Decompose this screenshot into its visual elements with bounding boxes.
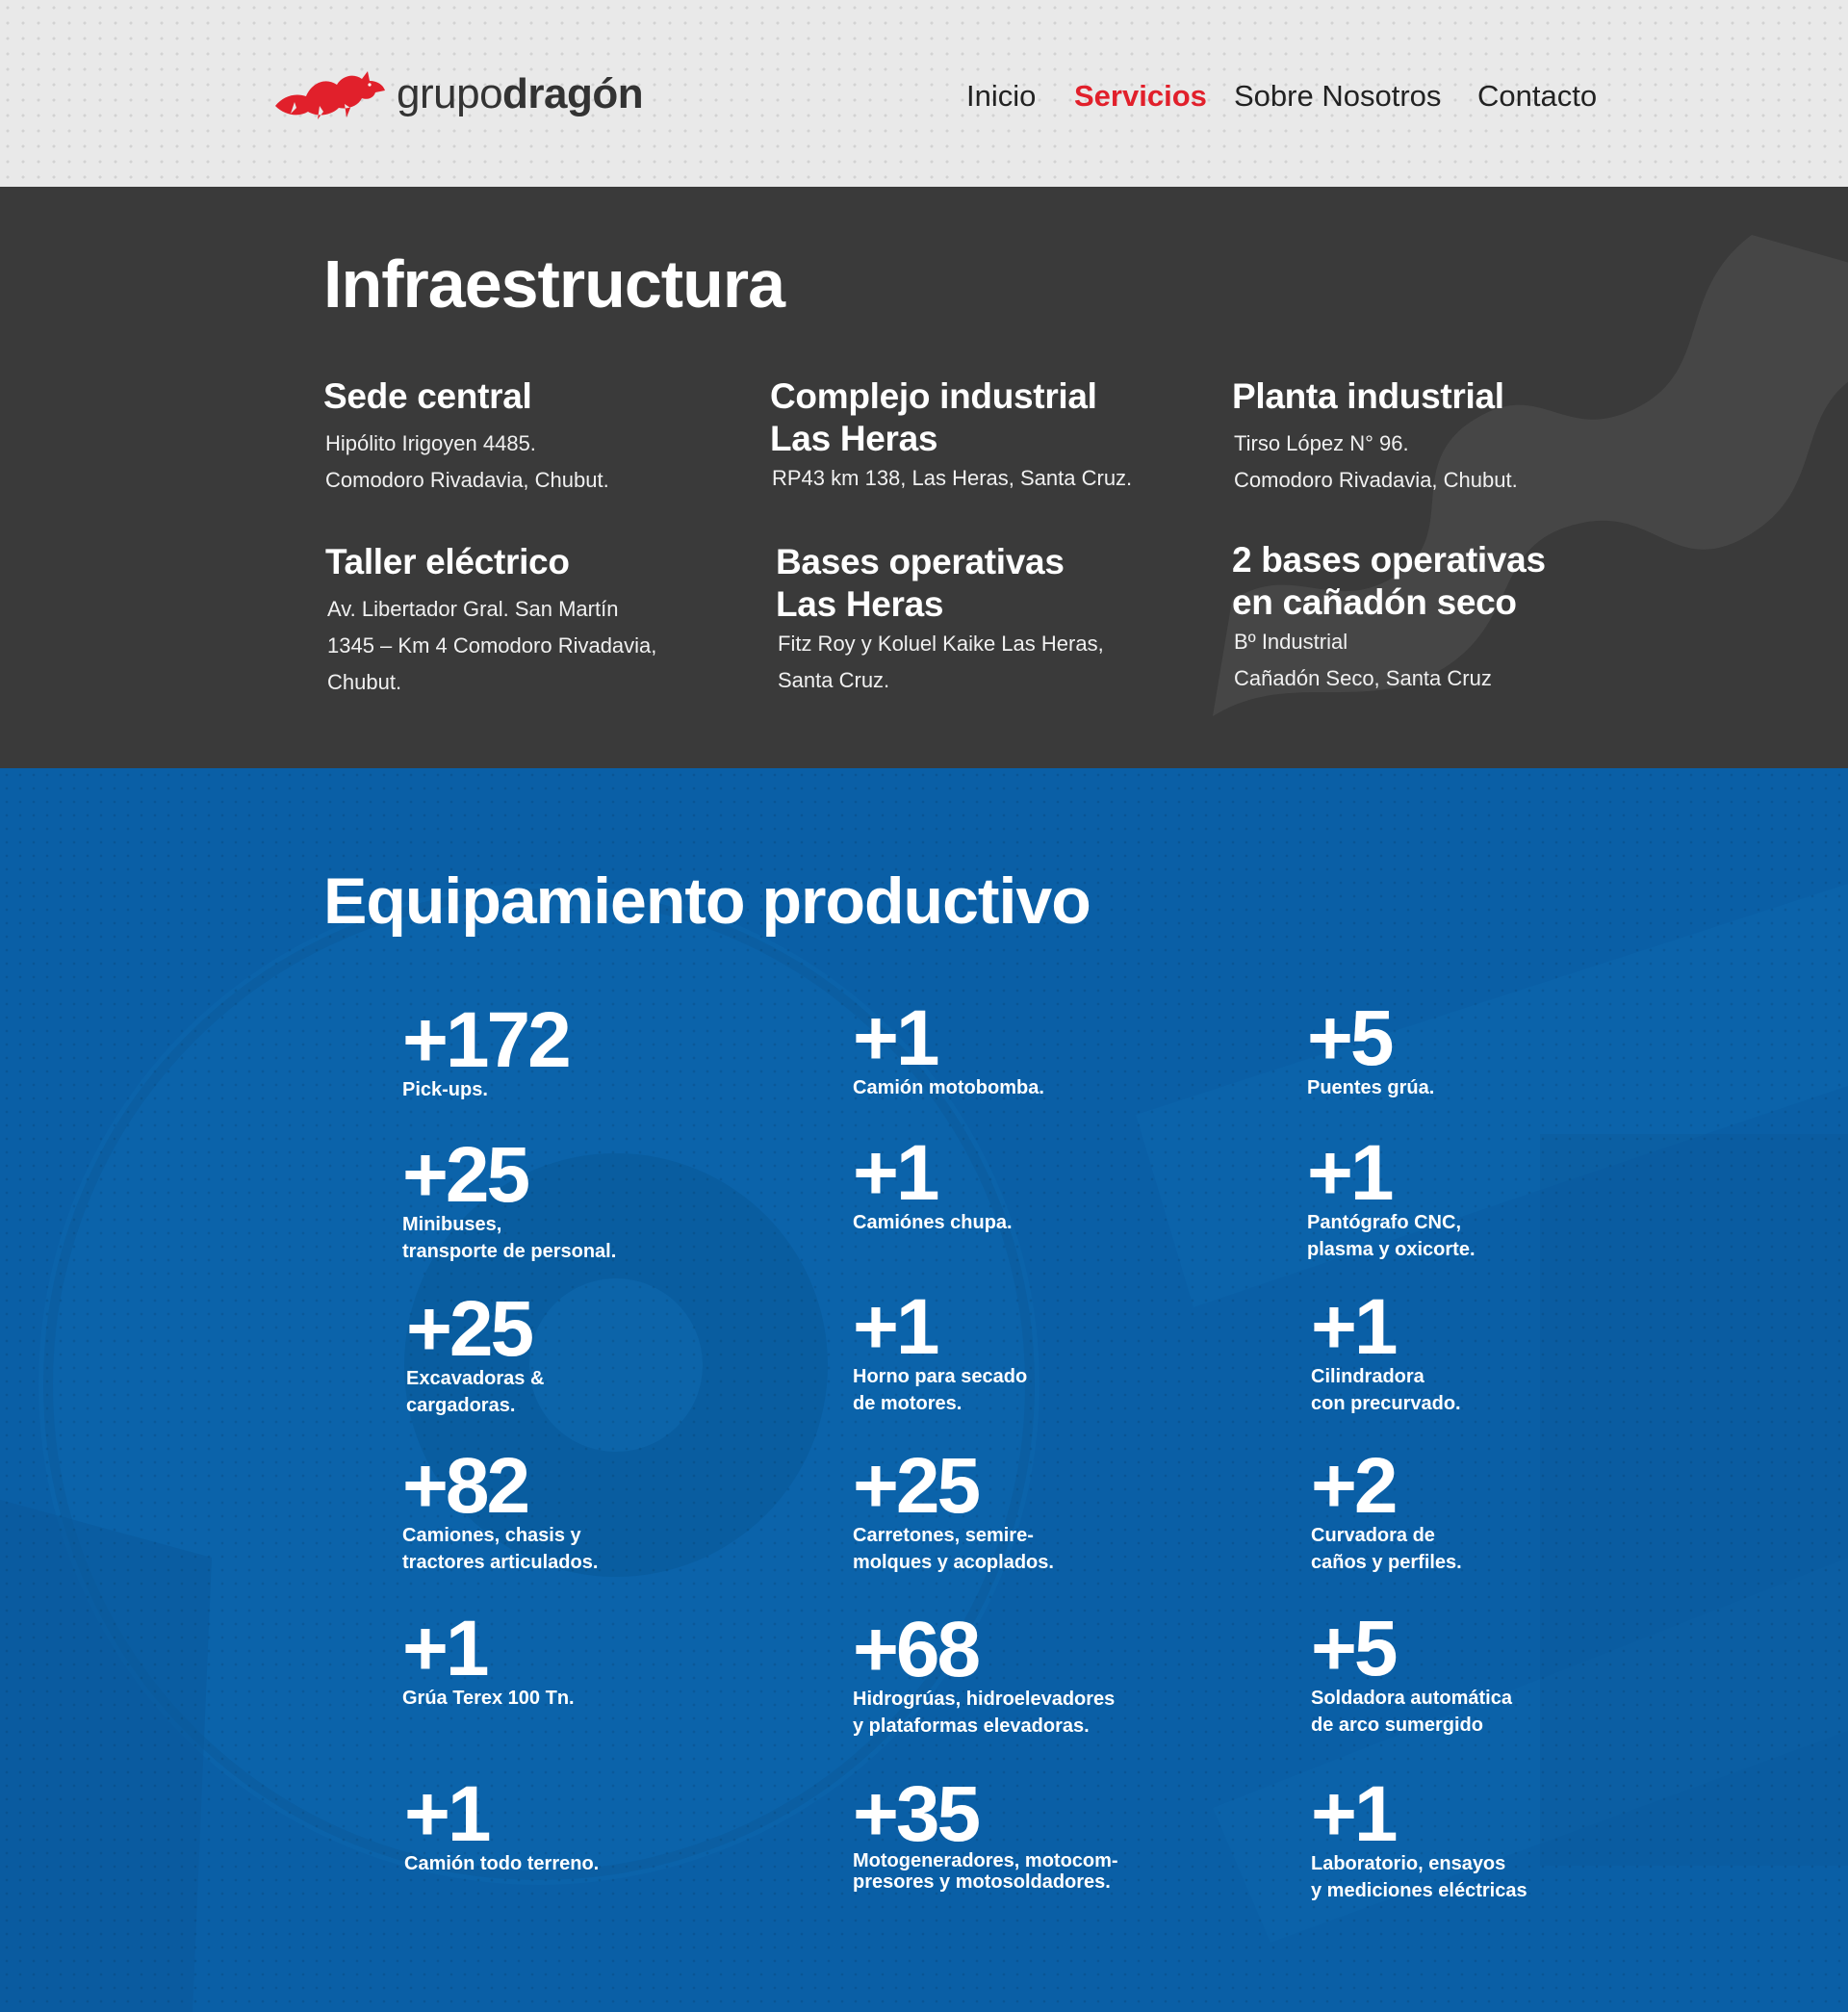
stat-label: Carretones, semire- molques y acoplados. bbox=[853, 1525, 1054, 1573]
main-nav: Inicio Servicios Sobre Nosotros Contacto bbox=[0, 75, 1848, 117]
stat-label: Grúa Terex 100 Tn. bbox=[402, 1688, 575, 1709]
stat-number: +5 bbox=[1311, 1605, 1399, 1692]
location-canadon-seco: 2 bases operativas en cañadón seco Bº In… bbox=[1232, 539, 1636, 697]
stat-camion-motobomba: +1 Camión motobomba. bbox=[853, 994, 1180, 1101]
stat-label: Cilindradora con precurvado. bbox=[1311, 1366, 1461, 1414]
infra-title: Infraestructura bbox=[323, 246, 785, 322]
stat-hidrogruas: +68 Hidrogrúas, hidroelevadores y plataf… bbox=[853, 1606, 1219, 1740]
nav-sobre-nosotros[interactable]: Sobre Nosotros bbox=[1234, 75, 1441, 117]
stat-number: +2 bbox=[1311, 1442, 1399, 1530]
stat-puentes-grua: +5 Puentes grúa. bbox=[1307, 994, 1634, 1101]
stat-number: +5 bbox=[1307, 994, 1395, 1082]
stat-label: Motogeneradores, motocom- presores y mot… bbox=[853, 1850, 1118, 1893]
stat-number: +1 bbox=[404, 1770, 492, 1858]
stat-label: Puentes grúa. bbox=[1307, 1077, 1435, 1098]
stat-number: +1 bbox=[402, 1605, 490, 1692]
nav-servicios[interactable]: Servicios bbox=[1074, 75, 1207, 117]
stat-label: Camión todo terreno. bbox=[404, 1853, 600, 1874]
stat-number: +25 bbox=[853, 1442, 981, 1530]
stat-camiones: +82 Camiones, chasis y tractores articul… bbox=[402, 1442, 730, 1576]
nav-contacto[interactable]: Contacto bbox=[1477, 75, 1597, 117]
stat-label: Excavadoras & cargadoras. bbox=[406, 1368, 545, 1416]
stat-number: +1 bbox=[853, 1283, 940, 1371]
stat-pantografo: +1 Pantógrafo CNC, plasma y oxicorte. bbox=[1307, 1129, 1634, 1263]
location-address: Bº Industrial Cañadón Seco, Santa Cruz bbox=[1234, 630, 1492, 690]
equipamiento-section: Equipamiento productivo +172 Pick-ups. +… bbox=[0, 768, 1848, 2012]
stat-number: +1 bbox=[1307, 1129, 1395, 1217]
stat-number: +68 bbox=[853, 1606, 981, 1693]
location-complejo-industrial: Complejo industrial Las Heras RP43 km 13… bbox=[770, 375, 1174, 497]
stat-horno-secado: +1 Horno para secado de motores. bbox=[853, 1283, 1180, 1417]
stat-number: +1 bbox=[1311, 1770, 1399, 1858]
location-title: 2 bases operativas en cañadón seco bbox=[1232, 540, 1546, 622]
stat-number: +1 bbox=[853, 994, 940, 1082]
stat-camion-todo-terreno: +1 Camión todo terreno. bbox=[404, 1770, 732, 1877]
location-address: RP43 km 138, Las Heras, Santa Cruz. bbox=[772, 466, 1133, 490]
location-address: Hipólito Irigoyen 4485. Comodoro Rivadav… bbox=[325, 431, 609, 492]
stat-carretones: +25 Carretones, semire- molques y acopla… bbox=[853, 1442, 1180, 1576]
location-address: Tirso López N° 96. Comodoro Rivadavia, C… bbox=[1234, 431, 1518, 492]
stat-label: Curvadora de caños y perfiles. bbox=[1311, 1525, 1462, 1573]
location-title: Taller eléctrico bbox=[325, 542, 570, 581]
stat-laboratorio: +1 Laboratorio, ensayos y mediciones elé… bbox=[1311, 1770, 1638, 1904]
stat-number: +25 bbox=[402, 1131, 530, 1219]
stat-label: Pantógrafo CNC, plasma y oxicorte. bbox=[1307, 1212, 1476, 1260]
location-sede-central: Sede central Hipólito Irigoyen 4485. Com… bbox=[323, 375, 728, 499]
stat-number: +1 bbox=[1311, 1283, 1399, 1371]
site-header: grupodragón Inicio Servicios Sobre Nosot… bbox=[0, 0, 1848, 187]
stat-soldadora: +5 Soldadora automática de arco sumergid… bbox=[1311, 1605, 1638, 1739]
stat-number: +35 bbox=[853, 1770, 981, 1858]
location-title: Sede central bbox=[323, 376, 532, 416]
stat-label: Camiónes chupa. bbox=[853, 1212, 1013, 1233]
stat-curvadora: +2 Curvadora de caños y perfiles. bbox=[1311, 1442, 1638, 1576]
stat-pick-ups: +172 Pick-ups. bbox=[402, 996, 730, 1103]
stat-excavadoras: +25 Excavadoras & cargadoras. bbox=[406, 1285, 733, 1419]
location-taller-electrico: Taller eléctrico Av. Libertador Gral. Sa… bbox=[325, 541, 730, 701]
stat-label: Minibuses, transporte de personal. bbox=[402, 1214, 617, 1262]
location-title: Bases operativas Las Heras bbox=[776, 542, 1065, 624]
stat-cilindradora: +1 Cilindradora con precurvado. bbox=[1311, 1283, 1638, 1417]
stat-number: +25 bbox=[406, 1285, 534, 1373]
location-address: Fitz Roy y Koluel Kaike Las Heras, Santa… bbox=[778, 632, 1104, 692]
stat-camiones-chupa: +1 Camiónes chupa. bbox=[853, 1129, 1180, 1236]
stat-number: +82 bbox=[402, 1442, 530, 1530]
infraestructura-section: Infraestructura Sede central Hipólito Ir… bbox=[0, 187, 1848, 768]
stat-minibuses: +25 Minibuses, transporte de personal. bbox=[402, 1131, 730, 1265]
location-title: Complejo industrial Las Heras bbox=[770, 376, 1097, 458]
location-bases-las-heras: Bases operativas Las Heras Fitz Roy y Ko… bbox=[776, 541, 1180, 699]
location-planta-industrial: Planta industrial Tirso López N° 96. Com… bbox=[1232, 375, 1636, 499]
stat-label: Camión motobomba. bbox=[853, 1077, 1044, 1098]
stat-label: Soldadora automática de arco sumergido bbox=[1311, 1688, 1512, 1736]
stat-number: +1 bbox=[853, 1129, 940, 1217]
location-title: Planta industrial bbox=[1232, 376, 1504, 416]
nav-inicio[interactable]: Inicio bbox=[966, 75, 1036, 117]
stat-label: Horno para secado de motores. bbox=[853, 1366, 1028, 1414]
stat-label: Hidrogrúas, hidroelevadores y plataforma… bbox=[853, 1689, 1116, 1737]
stat-label: Camiones, chasis y tractores articulados… bbox=[402, 1525, 599, 1573]
stat-grua-terex: +1 Grúa Terex 100 Tn. bbox=[402, 1605, 730, 1712]
stat-label: Laboratorio, ensayos y mediciones eléctr… bbox=[1311, 1853, 1527, 1901]
stat-motogeneradores: +35 Motogeneradores, motocom- presores y… bbox=[853, 1770, 1219, 1894]
equip-title: Equipamiento productivo bbox=[323, 864, 1091, 938]
location-address: Av. Libertador Gral. San Martín 1345 – K… bbox=[327, 597, 657, 694]
stat-number: +172 bbox=[402, 996, 572, 1084]
